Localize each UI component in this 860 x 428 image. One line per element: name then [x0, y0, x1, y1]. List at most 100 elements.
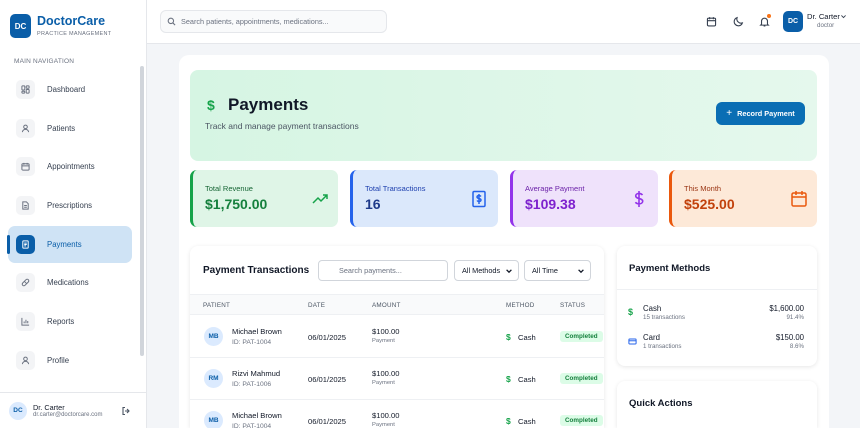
sidebar-item-label: Medications: [47, 278, 89, 288]
sidebar-scrollbar[interactable]: [140, 66, 144, 356]
method-count: 1 transactions: [643, 343, 682, 350]
patient-id: ID: PAT-1004: [232, 423, 272, 428]
page-title: Payments: [228, 95, 309, 114]
avatar[interactable]: DC: [783, 11, 803, 32]
method-amount: $150.00: [775, 333, 804, 342]
dollar-icon: $: [628, 307, 634, 317]
table-row[interactable]: RM Rizvi Mahmud ID: PAT-1006 06/01/2025 …: [190, 358, 604, 400]
sidebar-user-name: Dr. Carter: [33, 403, 65, 412]
sidebar: DC DoctorCare PRACTICE MANAGEMENT MAIN N…: [0, 0, 147, 428]
column-header-amount[interactable]: AMOUNT: [372, 302, 401, 309]
chevron-down-icon: [577, 267, 585, 275]
notification-dot: [767, 14, 771, 18]
column-header-status[interactable]: STATUS: [560, 302, 585, 309]
payment-method: Cash: [518, 333, 536, 342]
sidebar-item-label: Patients: [47, 123, 76, 133]
record-payment-button[interactable]: + Record Payment: [716, 102, 805, 125]
brand-logo[interactable]: DC DoctorCare PRACTICE MANAGEMENT: [10, 14, 111, 38]
sidebar-item-payments[interactable]: Payments: [7, 225, 132, 263]
patient-id: ID: PAT-1006: [232, 381, 272, 388]
payment-type: Payment: [372, 338, 395, 344]
sidebar-item-medications[interactable]: Medications: [8, 264, 132, 301]
sidebar-item-label: Profile: [47, 355, 70, 365]
stat-label: Average Payment: [525, 184, 585, 193]
stat-value: 16: [365, 196, 381, 212]
stat-card-this-month: This Month $525.00: [669, 170, 817, 227]
payment-amount: $100.00: [372, 327, 400, 336]
method-percent: 8.6%: [789, 343, 804, 350]
moon-icon[interactable]: [730, 13, 746, 29]
receipt-icon: [16, 234, 35, 254]
stat-value: $1,750.00: [205, 196, 268, 212]
sidebar-item-label: Appointments: [47, 162, 95, 172]
dollar-icon: $: [506, 374, 511, 384]
sidebar-item-patients[interactable]: Patients: [8, 110, 132, 147]
stat-value: $109.38: [525, 196, 576, 212]
divider: [617, 289, 817, 290]
stat-label: This Month: [684, 184, 722, 193]
method-percent: 91.4%: [786, 314, 804, 321]
column-header-method[interactable]: METHOD: [506, 302, 535, 309]
section-title: Payment Transactions: [203, 265, 310, 276]
patient-name: Michael Brown: [232, 411, 282, 420]
sidebar-item-appointments[interactable]: Appointments: [8, 148, 132, 185]
dollar-icon: $: [506, 332, 511, 342]
stat-label: Total Revenue: [205, 184, 253, 193]
payment-amount: $100.00: [372, 411, 400, 420]
payment-method-cash: $ Cash 15 transactions $1,600.00 91.4%: [617, 304, 817, 332]
avatar: RM: [204, 369, 223, 388]
user-role: doctor: [817, 22, 835, 29]
stat-card-total-transactions: Total Transactions 16: [350, 170, 498, 227]
patient-name: Michael Brown: [232, 327, 282, 336]
dashboard-icon: [16, 80, 35, 99]
dollar-icon: $: [506, 416, 511, 426]
column-header-patient[interactable]: PATIENT: [203, 302, 230, 309]
pill-icon: [16, 273, 35, 293]
patient-id: ID: PAT-1004: [232, 339, 272, 346]
stat-card-total-revenue: Total Revenue $1,750.00: [190, 170, 338, 227]
table-row[interactable]: MB Michael Brown ID: PAT-1004 06/01/2025…: [190, 316, 604, 358]
trending-up-icon: [310, 189, 330, 209]
dollar-icon: [629, 189, 649, 209]
column-header-date[interactable]: DATE: [308, 302, 325, 309]
sidebar-item-reports[interactable]: Reports: [8, 303, 132, 340]
sidebar-item-label: Prescriptions: [47, 201, 93, 211]
page-subtitle: Track and manage payment transactions: [205, 121, 359, 131]
status-badge: Completed: [560, 331, 603, 342]
logout-icon[interactable]: [121, 406, 131, 416]
payment-methods-card: Payment Methods $ Cash 15 transactions $…: [617, 246, 817, 366]
sidebar-item-label: Dashboard: [47, 85, 86, 94]
quick-actions-card: Quick Actions: [617, 381, 817, 428]
sidebar-item-prescriptions[interactable]: Prescriptions: [8, 187, 132, 224]
method-name: Card: [643, 333, 660, 342]
page-header: $ Payments Track and manage payment tran…: [190, 70, 817, 161]
stat-value: $525.00: [684, 196, 735, 212]
user-name[interactable]: Dr. Carter: [807, 12, 840, 21]
payments-search-input[interactable]: [318, 260, 448, 281]
sidebar-item-dashboard[interactable]: Dashboard: [8, 71, 132, 108]
table-row[interactable]: MB Michael Brown ID: PAT-1004 06/01/2025…: [190, 400, 604, 428]
sidebar-user-email: dr.carter@doctorcare.com: [33, 412, 103, 418]
stat-card-average-payment: Average Payment $109.38: [510, 170, 658, 227]
payment-date: 06/01/2025: [308, 417, 347, 426]
search-icon: [167, 17, 176, 26]
plus-icon: +: [726, 108, 733, 119]
patient-name: Rizvi Mahmud: [232, 369, 281, 378]
brand-name: DoctorCare: [37, 14, 106, 28]
record-payment-label: Record Payment: [737, 109, 795, 118]
method-filter-value: All Methods: [462, 266, 501, 275]
method-count: 15 transactions: [643, 314, 685, 321]
main-navigation: Dashboard Patients Appointments Prescrip…: [7, 71, 132, 381]
time-filter-select[interactable]: All Time: [524, 260, 591, 281]
section-title: Payment Methods: [629, 263, 711, 274]
global-search[interactable]: [160, 10, 387, 33]
sidebar-item-profile[interactable]: Profile: [8, 342, 132, 379]
bell-icon[interactable]: [756, 13, 772, 29]
calendar-icon[interactable]: [703, 13, 719, 29]
brand-badge: DC: [10, 14, 31, 38]
method-filter-select[interactable]: All Methods: [454, 260, 519, 281]
search-input[interactable]: [181, 17, 381, 26]
avatar: DC: [9, 401, 27, 420]
chevron-down-icon[interactable]: [840, 13, 847, 20]
credit-card-icon: [628, 337, 637, 346]
